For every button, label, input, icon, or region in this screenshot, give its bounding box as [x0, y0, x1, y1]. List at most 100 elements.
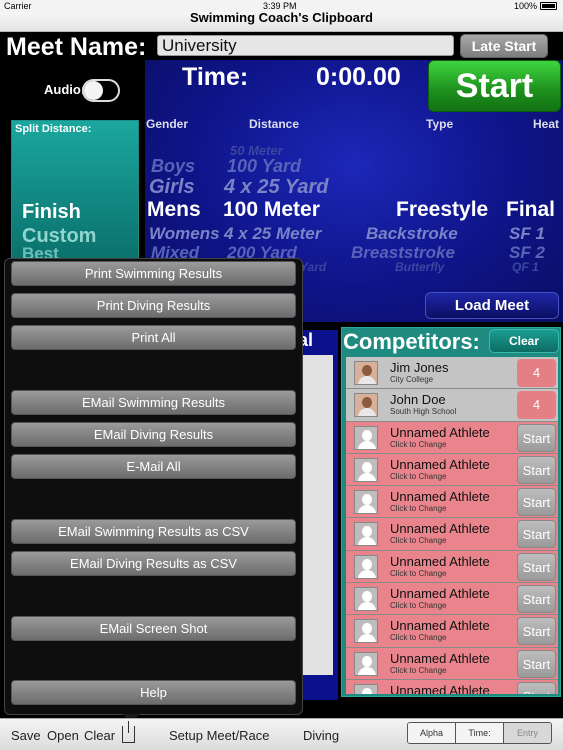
email-all-button[interactable]: E-Mail All — [11, 454, 296, 479]
athlete-avatar-icon — [354, 554, 378, 579]
picker-distance-option[interactable]: Yard — [300, 260, 326, 274]
print-all-button[interactable]: Print All — [11, 325, 296, 350]
athlete-start-button[interactable]: Start — [517, 585, 556, 614]
competitor-row[interactable]: Unnamed AthleteClick to ChangeStart — [346, 647, 558, 680]
competitor-row[interactable]: John Doe South High School 4 — [346, 389, 558, 422]
athlete-name: Unnamed Athlete — [390, 489, 490, 505]
segment-time[interactable]: Time: — [456, 723, 504, 743]
athlete-name: Unnamed Athlete — [390, 586, 490, 602]
athlete-name: Unnamed Athlete — [390, 553, 490, 569]
lane-badge[interactable]: 4 — [517, 391, 556, 420]
battery-icon — [540, 2, 557, 10]
competitors-list[interactable]: Jim Jones City College 4 John Doe South High… — [346, 357, 558, 694]
distance-column-header: Distance — [249, 117, 300, 131]
picker-heat-option[interactable]: QF 1 — [512, 260, 539, 274]
picker-gender-option[interactable]: Girls — [149, 176, 195, 199]
picker-heat-option[interactable]: SF 1 — [509, 224, 545, 244]
athlete-avatar-icon — [354, 490, 378, 515]
email-screenshot-button[interactable]: EMail Screen Shot — [11, 616, 296, 641]
start-button[interactable]: Start — [428, 60, 561, 112]
email-diving-csv-button[interactable]: EMail Diving Results as CSV — [11, 551, 296, 576]
athlete-name: Unnamed Athlete — [390, 682, 490, 694]
picker-distance-selected[interactable]: 100 Meter — [223, 198, 320, 222]
help-button[interactable]: Help — [11, 680, 296, 705]
toggle-knob — [84, 81, 103, 100]
audio-toggle[interactable] — [82, 79, 120, 102]
picker-gender-selected[interactable]: Mens — [147, 198, 201, 222]
athlete-avatar-icon — [354, 651, 378, 676]
app-title: Swimming Coach's Clipboard — [190, 10, 373, 25]
competitor-row[interactable]: Unnamed AthleteClick to ChangeStart — [346, 679, 558, 694]
athlete-start-button[interactable]: Start — [517, 455, 556, 484]
email-swimming-results-button[interactable]: EMail Swimming Results — [11, 390, 296, 415]
athlete-name: John Doe — [390, 392, 446, 408]
competitor-row[interactable]: Unnamed AthleteClick to Change Start — [346, 486, 558, 519]
athlete-avatar-icon — [354, 457, 378, 482]
sort-segmented-control[interactable]: Alpha Time: Entry — [407, 722, 552, 744]
picker-heat-selected[interactable]: Final — [506, 198, 555, 222]
athlete-start-button[interactable]: Start — [517, 488, 556, 517]
competitor-row[interactable]: Unnamed AthleteClick to ChangeStart — [346, 550, 558, 584]
time-value: 0:00.00 — [316, 63, 401, 91]
segment-entry[interactable]: Entry — [504, 723, 551, 743]
athlete-subtitle: Click to Change — [390, 536, 447, 546]
competitor-row[interactable]: Unnamed AthleteClick to ChangeStart — [346, 518, 558, 551]
nav-bar: Swimming Coach's Clipboard — [0, 10, 563, 32]
picker-type-selected[interactable]: Freestyle — [396, 198, 488, 222]
athlete-name: Unnamed Athlete — [390, 618, 490, 634]
competitor-row[interactable]: Unnamed AthleteClick to ChangeStart — [346, 421, 558, 454]
clear-competitors-button[interactable]: Clear — [489, 329, 559, 353]
segment-alpha[interactable]: Alpha — [408, 723, 456, 743]
competitor-row[interactable]: Unnamed AthleteClick to Change Start — [346, 583, 558, 616]
athlete-subtitle: Click to Change — [390, 665, 447, 675]
lane-badge[interactable]: 4 — [517, 359, 556, 387]
picker-distance-option[interactable]: 100 Yard — [227, 156, 301, 177]
athlete-avatar-icon — [354, 393, 378, 418]
split-option-selected[interactable]: Finish — [22, 201, 81, 224]
setup-meet-race-button[interactable]: Setup Meet/Race — [169, 728, 269, 743]
heat-column-header: Heat — [533, 117, 560, 131]
athlete-start-button[interactable]: Start — [517, 617, 556, 646]
picker-type-option[interactable]: Butterfly — [395, 260, 444, 274]
athlete-start-button[interactable]: Start — [517, 552, 556, 581]
athlete-start-button[interactable]: Start — [517, 681, 556, 694]
meet-name-input[interactable]: University — [157, 35, 454, 56]
email-swimming-csv-button[interactable]: EMail Swimming Results as CSV — [11, 519, 296, 544]
split-distance-label: Split Distance: — [15, 123, 92, 135]
carrier-label: Carrier — [4, 1, 32, 11]
gender-column-header: Gender — [146, 117, 189, 131]
load-meet-button[interactable]: Load Meet — [425, 292, 559, 319]
athlete-subtitle: Click to Change — [390, 439, 447, 449]
type-column-header: Type — [426, 117, 454, 131]
late-start-button[interactable]: Late Start — [460, 34, 548, 58]
clear-button[interactable]: Clear — [84, 728, 115, 743]
time-label: Time: — [182, 63, 249, 91]
athlete-subtitle: Click to Change — [390, 601, 447, 611]
competitors-title: Competitors: — [343, 329, 480, 354]
picker-gender-option[interactable]: Boys — [151, 156, 195, 177]
athlete-start-button[interactable]: Start — [517, 649, 556, 678]
competitor-row[interactable]: Unnamed AthleteClick to ChangeStart — [346, 453, 558, 487]
share-icon[interactable] — [122, 721, 135, 743]
results-list[interactable] — [300, 355, 333, 675]
competitor-row[interactable]: Jim Jones City College 4 — [346, 357, 558, 390]
athlete-subtitle: City College — [390, 375, 434, 384]
picker-distance-option[interactable]: 4 x 25 Meter — [224, 224, 321, 244]
competitor-row[interactable]: Unnamed AthleteClick to ChangeStart — [346, 615, 558, 648]
athlete-start-button[interactable]: Start — [517, 423, 556, 452]
open-button[interactable]: Open — [47, 728, 79, 743]
athlete-avatar-icon — [354, 619, 378, 644]
email-diving-results-button[interactable]: EMail Diving Results — [11, 422, 296, 447]
save-button[interactable]: Save — [11, 728, 41, 743]
print-diving-results-button[interactable]: Print Diving Results — [11, 293, 296, 318]
picker-distance-option[interactable]: 4 x 25 Yard — [224, 176, 329, 199]
print-swimming-results-button[interactable]: Print Swimming Results — [11, 261, 296, 286]
picker-type-option[interactable]: Backstroke — [366, 224, 458, 244]
diving-button[interactable]: Diving — [303, 728, 339, 743]
athlete-name: Jim Jones — [390, 360, 449, 375]
athlete-start-button[interactable]: Start — [517, 520, 556, 549]
athlete-avatar-icon — [354, 683, 378, 694]
picker-gender-option[interactable]: Womens — [149, 224, 220, 244]
audio-label: Audio: — [44, 82, 86, 97]
athlete-subtitle: Click to Change — [390, 504, 447, 514]
